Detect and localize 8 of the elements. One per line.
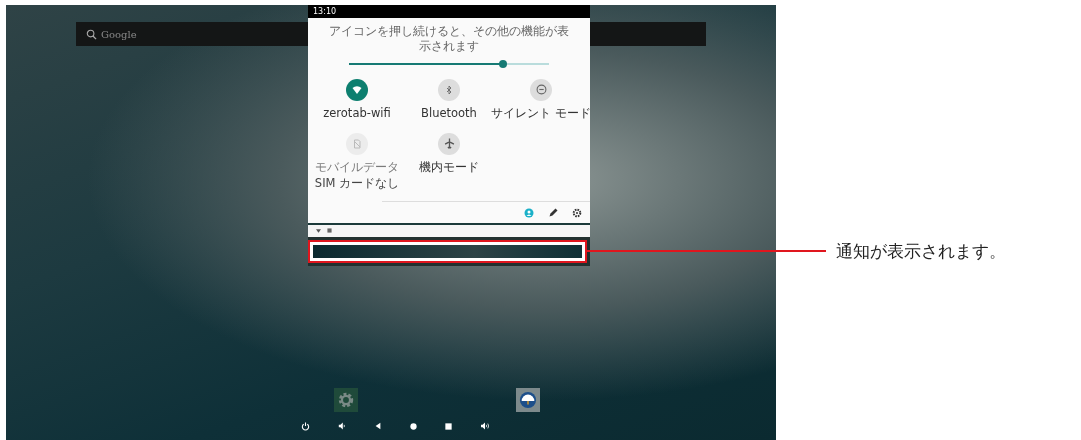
- toggle-label: Bluetooth: [421, 105, 477, 120]
- toggle-label: サイレント モード: [491, 105, 591, 121]
- clock-time: 13:10: [313, 7, 337, 16]
- toggle-label: モバイルデータ: [315, 159, 399, 175]
- toggle-label: zerotab-wifi: [323, 105, 391, 120]
- toggle-sublabel: SIM カードなし: [314, 175, 400, 191]
- callout-text: 通知が表示されます。: [836, 239, 1006, 263]
- toggle-label: 機内モード: [419, 159, 479, 175]
